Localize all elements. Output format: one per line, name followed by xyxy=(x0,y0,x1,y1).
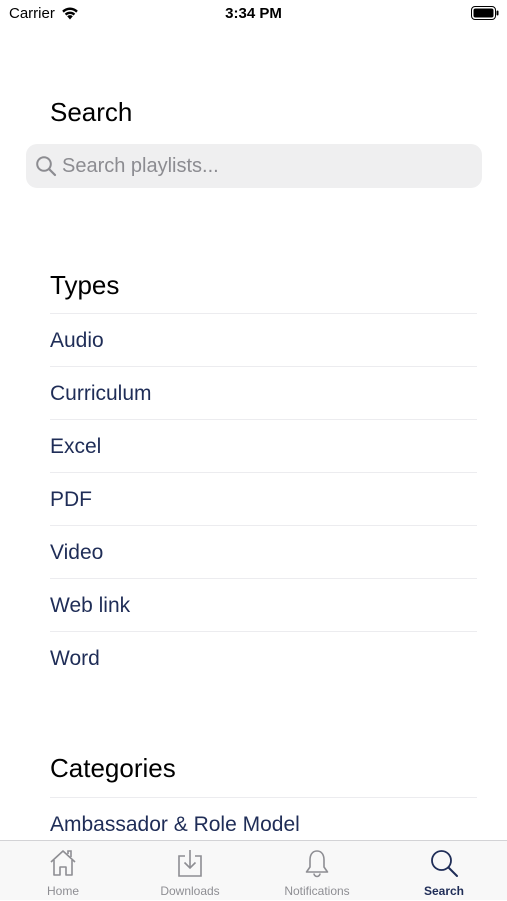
types-list: Audio Curriculum Excel PDF Video Web lin… xyxy=(50,313,477,684)
tab-label: Search xyxy=(423,884,465,898)
tab-bar: Home Downloads Notifications Search xyxy=(0,840,507,900)
search-icon xyxy=(431,850,458,877)
types-section-title: Types xyxy=(50,270,120,300)
search-section-title: Search xyxy=(50,97,133,127)
download-icon xyxy=(178,850,202,877)
search-input[interactable] xyxy=(62,144,462,188)
list-item-curriculum[interactable]: Curriculum xyxy=(50,366,477,419)
clock: 3:34 PM xyxy=(225,5,282,22)
list-item-video[interactable]: Video xyxy=(50,525,477,578)
status-bar: Carrier 3:34 PM xyxy=(0,0,507,28)
tab-search[interactable]: Search xyxy=(381,841,507,901)
list-item-word[interactable]: Word xyxy=(50,631,477,684)
list-item-web-link[interactable]: Web link xyxy=(50,578,477,631)
search-icon xyxy=(36,156,57,177)
tab-downloads[interactable]: Downloads xyxy=(127,841,253,901)
list-item-pdf[interactable]: PDF xyxy=(50,472,477,525)
search-bar[interactable] xyxy=(26,144,482,188)
tab-home[interactable]: Home xyxy=(0,841,126,901)
home-icon xyxy=(50,850,76,876)
categories-section-title: Categories xyxy=(50,753,176,783)
tab-label: Downloads xyxy=(160,884,220,898)
list-item-excel[interactable]: Excel xyxy=(50,419,477,472)
list-item-audio[interactable]: Audio xyxy=(50,313,477,366)
battery-icon xyxy=(471,6,499,20)
tab-label: Home xyxy=(46,884,79,898)
bell-icon xyxy=(305,850,329,878)
tab-notifications[interactable]: Notifications xyxy=(254,841,380,901)
tab-label: Notifications xyxy=(284,884,350,898)
